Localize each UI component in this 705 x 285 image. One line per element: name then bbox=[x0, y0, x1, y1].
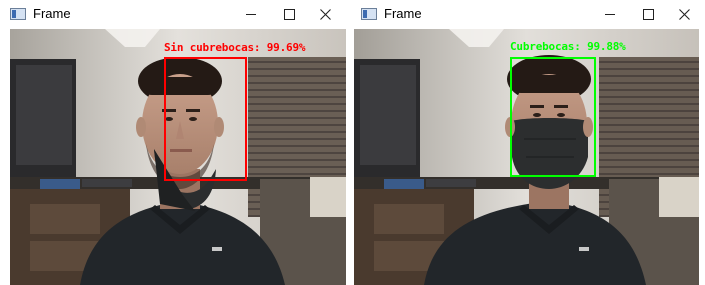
detection-label: Cubrebocas: 99.88% bbox=[510, 40, 626, 53]
app-window-icon bbox=[361, 8, 377, 20]
maximize-icon bbox=[642, 8, 654, 20]
minimize-button[interactable] bbox=[232, 2, 270, 26]
close-icon bbox=[319, 8, 331, 20]
camera-frame: Cubrebocas: 99.88% bbox=[354, 29, 699, 285]
maximize-button[interactable] bbox=[270, 2, 308, 26]
close-button[interactable] bbox=[306, 2, 344, 26]
minimize-icon bbox=[246, 13, 256, 15]
minimize-button[interactable] bbox=[591, 2, 629, 26]
maximize-button[interactable] bbox=[629, 2, 667, 26]
window-title: Frame bbox=[33, 6, 71, 21]
detection-label: Sin cubrebocas: 99.69% bbox=[164, 41, 306, 54]
minimize-icon bbox=[605, 13, 615, 15]
camera-frame: Sin cubrebocas: 99.69% bbox=[10, 29, 346, 285]
close-button[interactable] bbox=[665, 2, 703, 26]
detection-box bbox=[510, 57, 596, 177]
detection-box bbox=[164, 57, 247, 181]
frame-window-left[interactable]: Frame Sin cubrebocas: 99.69% bbox=[0, 0, 346, 285]
title-bar[interactable]: Frame bbox=[0, 0, 346, 28]
app-window-icon bbox=[10, 8, 26, 20]
frame-window-right[interactable]: Frame Cubrebocas: 99.88% bbox=[351, 0, 705, 285]
window-title: Frame bbox=[384, 6, 422, 21]
maximize-icon bbox=[283, 8, 295, 20]
close-icon bbox=[678, 8, 690, 20]
desktop: Frame Sin cubrebocas: 99.69% Frame Cubre… bbox=[0, 0, 705, 285]
title-bar[interactable]: Frame bbox=[351, 0, 705, 28]
